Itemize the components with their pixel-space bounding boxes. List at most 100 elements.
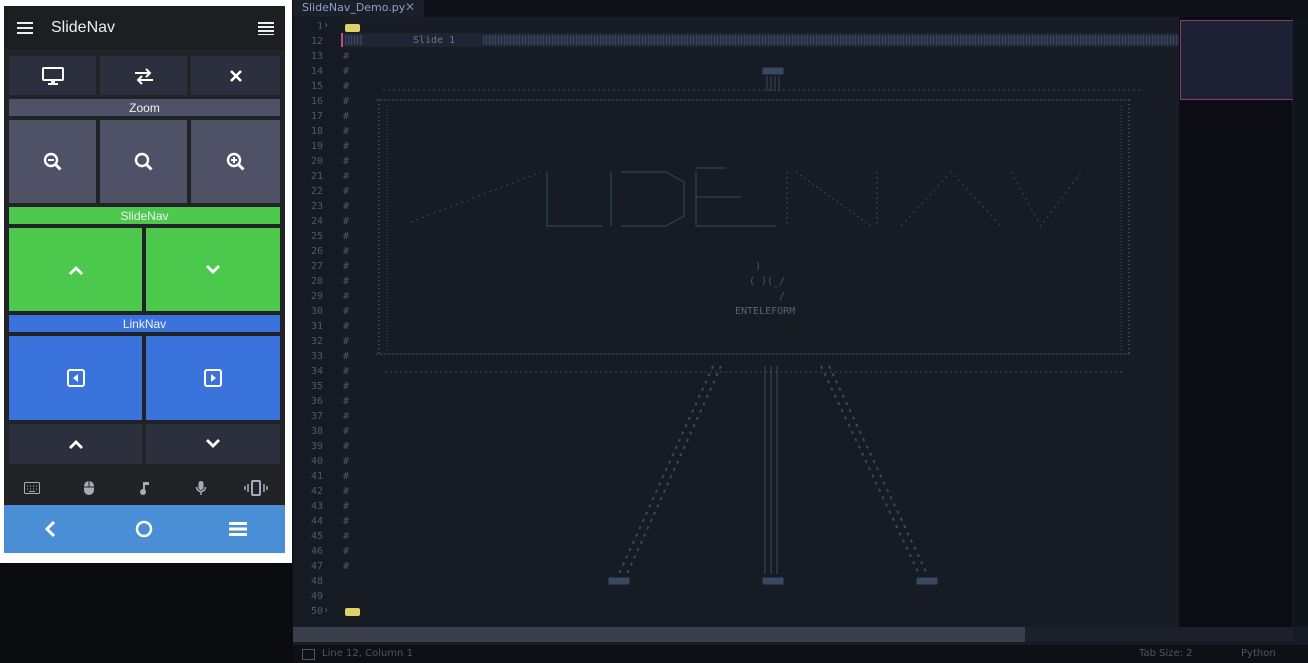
banner-fill-right <box>483 35 1179 45</box>
syntax-language[interactable]: Python <box>1241 648 1276 659</box>
line-number: 39 <box>310 441 323 452</box>
comment-hash: # <box>343 546 350 557</box>
art-line-30: ENTELEFORM <box>735 306 796 317</box>
close-button[interactable] <box>191 56 280 95</box>
zoom-in-button[interactable] <box>191 120 280 203</box>
close-tab-icon[interactable]: ✕ <box>405 0 415 14</box>
comment-hash: # <box>343 516 350 527</box>
minimap-viewport[interactable] <box>1180 20 1294 100</box>
line-number: 28 <box>310 276 323 287</box>
ascii-art-easel <box>376 67 1141 585</box>
minimap[interactable] <box>1179 17 1292 627</box>
comment-hash: # <box>343 396 350 407</box>
vertical-scrollbar[interactable] <box>1293 17 1308 627</box>
line-number: 32 <box>310 336 323 347</box>
keyboard-icon[interactable] <box>22 478 42 498</box>
line-number: 43 <box>310 501 323 512</box>
line-number: 33 <box>310 351 323 362</box>
phone-screen: SlideNav Zoom SlideNav LinkNav <box>4 6 285 553</box>
comment-hash: # <box>343 291 350 302</box>
line-number: 37 <box>310 411 323 422</box>
horizontal-scrollbar-thumb[interactable] <box>293 627 1025 642</box>
fold-marker-top[interactable] <box>345 24 360 32</box>
search-icon <box>134 152 153 171</box>
comment-hash: # <box>343 336 350 347</box>
line-number: 41 <box>310 471 323 482</box>
line-number: 13 <box>310 51 323 62</box>
chevron-up-icon <box>68 265 83 275</box>
line-number: 23 <box>310 201 323 212</box>
line-number: 40 <box>310 456 323 467</box>
line-number: 49 <box>310 591 323 602</box>
desktop-button[interactable] <box>9 56 96 95</box>
comment-hash: # <box>343 411 350 422</box>
comment-hash: # <box>343 351 350 362</box>
line-number: 1 <box>316 21 323 32</box>
comment-hash: # <box>343 486 350 497</box>
comment-hash: # <box>343 306 350 317</box>
line-number: 16 <box>310 96 323 107</box>
switch-button[interactable] <box>100 56 187 95</box>
vibrate-icon[interactable] <box>244 478 268 498</box>
comment-hash: # <box>343 366 350 377</box>
link-prev-button[interactable] <box>9 336 142 420</box>
fold-arrow-icon[interactable]: › <box>323 18 329 33</box>
tab-slidenav-demo[interactable]: SlideNav_Demo.py ✕ <box>293 0 424 17</box>
comment-hash: # <box>343 171 350 182</box>
comment-hash: # <box>343 381 350 392</box>
linknav-label: LinkNav <box>9 315 280 332</box>
comment-hash: # <box>343 471 350 482</box>
home-icon[interactable] <box>134 519 154 539</box>
line-number: 15 <box>310 81 323 92</box>
recents-icon[interactable] <box>228 519 248 539</box>
line-number: 22 <box>310 186 323 197</box>
line-number: 31 <box>310 321 323 332</box>
tab-size[interactable]: Tab Size: 2 <box>1139 648 1193 659</box>
mouse-icon[interactable] <box>79 478 99 498</box>
zoom-out-button[interactable] <box>9 120 96 203</box>
chevron-down-icon <box>206 264 220 274</box>
line-number: 42 <box>310 486 323 497</box>
chevron-down-icon <box>206 439 220 448</box>
line-number: 30 <box>310 306 323 317</box>
comment-hash: # <box>343 276 350 287</box>
overflow-menu-icon[interactable] <box>257 21 275 35</box>
slide-next-button[interactable] <box>146 228 280 311</box>
fold-marker-bottom[interactable] <box>345 608 360 616</box>
scroll-down-button[interactable] <box>146 424 280 464</box>
phone-frame: SlideNav Zoom SlideNav LinkNav <box>0 0 292 563</box>
comment-hash: # <box>343 201 350 212</box>
link-next-button[interactable] <box>146 336 280 420</box>
zoom-reset-button[interactable] <box>100 120 187 203</box>
text-cursor <box>341 33 343 47</box>
scroll-up-button[interactable] <box>9 424 142 464</box>
comment-hash: # <box>343 216 350 227</box>
comment-hash: # <box>343 321 350 332</box>
comment-hash: # <box>343 261 350 272</box>
line-number: 21 <box>310 171 323 182</box>
line-gutter: 1 12 13 14 15 16 17 18 19 20 21 22 23 24 25 26 27 28 29 30 3… <box>293 17 338 627</box>
zoom-label: Zoom <box>9 99 280 116</box>
line-number: 27 <box>310 261 323 272</box>
line-number: 47 <box>310 561 323 572</box>
comment-hash: # <box>343 66 350 77</box>
zoom-out-icon <box>43 152 62 171</box>
back-icon[interactable] <box>40 519 60 539</box>
mic-icon[interactable] <box>191 478 211 498</box>
status-bar: Line 12, Column 1 Tab Size: 2 Python <box>293 645 1308 663</box>
menu-icon[interactable] <box>16 20 34 36</box>
line-number: 19 <box>310 141 323 152</box>
line-number: 18 <box>310 126 323 137</box>
slide-prev-button[interactable] <box>9 228 142 311</box>
comment-hash: # <box>343 441 350 452</box>
panel-toggle-icon[interactable] <box>302 649 315 660</box>
line-number: 17 <box>310 111 323 122</box>
music-icon[interactable] <box>135 478 155 498</box>
comment-hash: # <box>343 531 350 542</box>
line-number: 12 <box>310 36 323 47</box>
step-back-icon <box>66 369 85 387</box>
comment-hash: # <box>343 246 350 257</box>
fold-arrow-icon[interactable]: › <box>323 603 329 618</box>
art-line-29: / <box>779 291 786 302</box>
line-number: 38 <box>310 426 323 437</box>
